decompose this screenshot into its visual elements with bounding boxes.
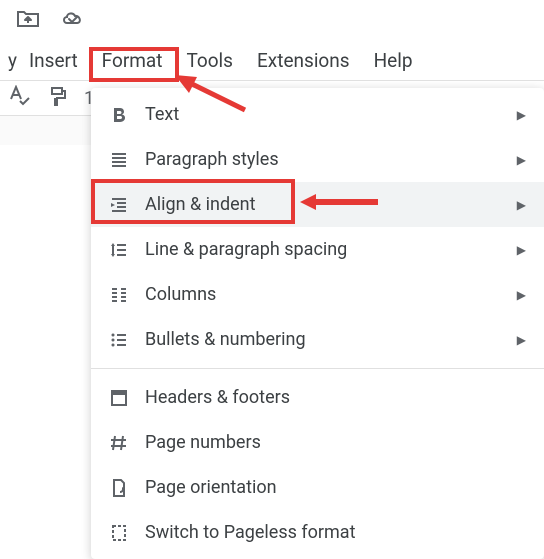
bold-icon bbox=[109, 105, 145, 125]
indent-icon bbox=[109, 195, 145, 215]
menu-item-partial[interactable]: y bbox=[4, 49, 17, 72]
dropdown-page-orientation[interactable]: Page orientation bbox=[91, 465, 544, 510]
paragraph-icon bbox=[109, 150, 145, 170]
submenu-arrow-icon: ▶ bbox=[517, 288, 526, 302]
dropdown-text[interactable]: Text ▶ bbox=[91, 92, 544, 137]
menu-extensions[interactable]: Extensions bbox=[245, 43, 362, 78]
annotation-arrow-format bbox=[175, 75, 255, 115]
format-dropdown: Text ▶ Paragraph styles ▶ Align & indent… bbox=[91, 88, 544, 559]
dropdown-separator bbox=[91, 368, 544, 369]
menu-insert[interactable]: Insert bbox=[17, 43, 90, 78]
dropdown-columns[interactable]: Columns ▶ bbox=[91, 272, 544, 317]
dropdown-bullets-numbering[interactable]: Bullets & numbering ▶ bbox=[91, 317, 544, 362]
dropdown-page-numbers[interactable]: Page numbers bbox=[91, 420, 544, 465]
menu-bar: y Insert Format Tools Extensions Help bbox=[0, 40, 544, 80]
top-icon-row bbox=[0, 0, 544, 40]
dropdown-bullets-numbering-label: Bullets & numbering bbox=[145, 329, 517, 350]
dropdown-paragraph-styles[interactable]: Paragraph styles ▶ bbox=[91, 137, 544, 182]
page-orientation-icon bbox=[109, 478, 145, 498]
submenu-arrow-icon: ▶ bbox=[517, 108, 526, 122]
dropdown-page-numbers-label: Page numbers bbox=[145, 432, 526, 453]
line-spacing-icon bbox=[109, 240, 145, 260]
spellcheck-icon[interactable] bbox=[8, 85, 30, 111]
bullets-icon bbox=[109, 330, 145, 350]
submenu-arrow-icon: ▶ bbox=[517, 153, 526, 167]
hash-icon bbox=[109, 433, 145, 453]
dropdown-paragraph-styles-label: Paragraph styles bbox=[145, 149, 517, 170]
menu-format[interactable]: Format bbox=[90, 43, 175, 78]
dropdown-line-spacing-label: Line & paragraph spacing bbox=[145, 239, 517, 260]
columns-icon bbox=[109, 285, 145, 305]
submenu-arrow-icon: ▶ bbox=[517, 333, 526, 347]
cloud-saved-icon[interactable] bbox=[60, 8, 86, 32]
dropdown-line-spacing[interactable]: Line & paragraph spacing ▶ bbox=[91, 227, 544, 272]
dropdown-page-orientation-label: Page orientation bbox=[145, 477, 526, 498]
menu-help[interactable]: Help bbox=[362, 43, 425, 78]
submenu-arrow-icon: ▶ bbox=[517, 243, 526, 257]
dropdown-headers-footers[interactable]: Headers & footers bbox=[91, 375, 544, 420]
move-folder-icon[interactable] bbox=[16, 8, 40, 32]
paint-format-icon[interactable] bbox=[46, 85, 68, 111]
dropdown-headers-footers-label: Headers & footers bbox=[145, 387, 526, 408]
pageless-icon bbox=[109, 523, 145, 543]
menu-tools[interactable]: Tools bbox=[174, 43, 245, 78]
dropdown-columns-label: Columns bbox=[145, 284, 517, 305]
dropdown-switch-pageless-label: Switch to Pageless format bbox=[145, 522, 526, 543]
submenu-arrow-icon: ▶ bbox=[517, 198, 526, 212]
dropdown-switch-pageless[interactable]: Switch to Pageless format bbox=[91, 510, 544, 555]
annotation-arrow-align bbox=[300, 192, 380, 212]
headers-footers-icon bbox=[109, 388, 145, 408]
